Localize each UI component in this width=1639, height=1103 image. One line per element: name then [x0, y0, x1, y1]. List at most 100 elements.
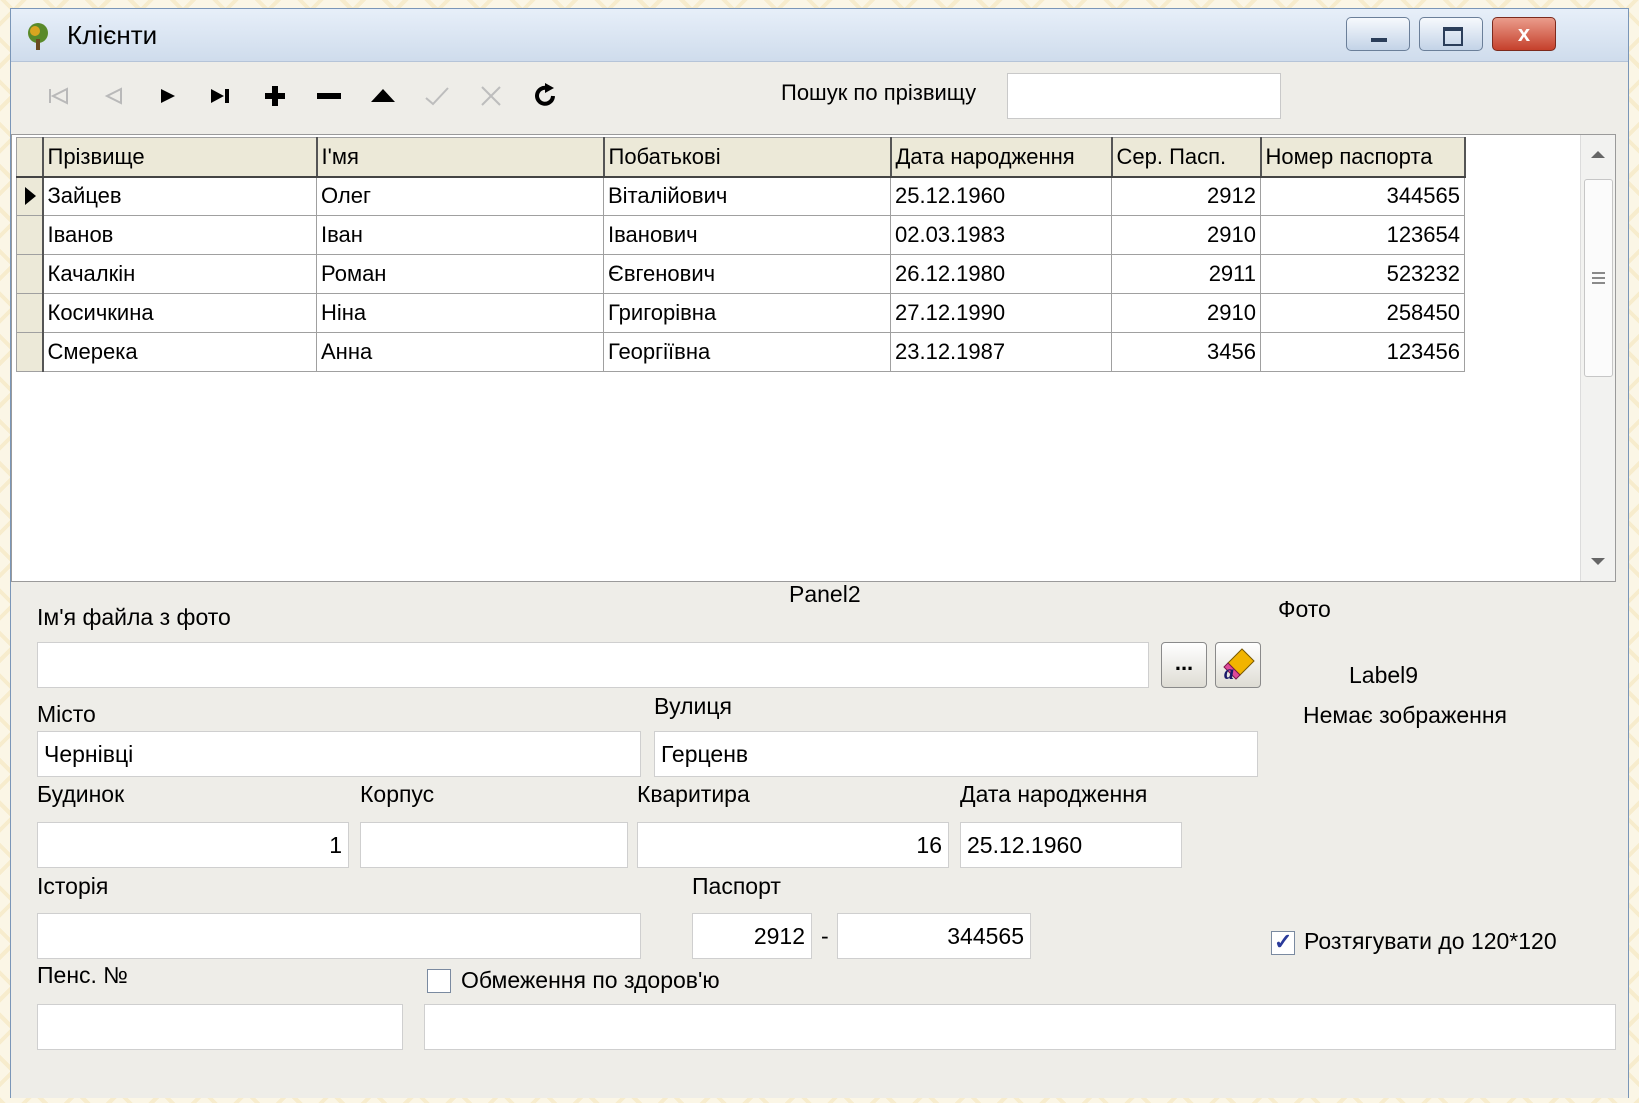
- stretch-checkbox[interactable]: ✓: [1271, 929, 1295, 955]
- cell-name[interactable]: Роман: [316, 254, 604, 294]
- close-icon: x: [1517, 21, 1531, 46]
- pension-input[interactable]: [37, 1004, 403, 1050]
- block-input[interactable]: [360, 822, 628, 868]
- house-input[interactable]: 1: [37, 822, 349, 868]
- cell-passport-number[interactable]: 123654: [1260, 215, 1465, 255]
- apartment-label: Кваритира: [637, 781, 750, 807]
- table-row[interactable]: Іванов Іван Іванович 02.03.1983 2910 123…: [16, 215, 1465, 255]
- cell-birthdate[interactable]: 27.12.1990: [890, 293, 1112, 333]
- health-input[interactable]: [424, 1004, 1616, 1050]
- nav-cancel-button[interactable]: [469, 76, 513, 116]
- cell-patronymic[interactable]: Євгенович: [603, 254, 891, 294]
- cell-birthdate[interactable]: 23.12.1987: [890, 332, 1112, 372]
- table-row[interactable]: Косичкина Ніна Григорівна 27.12.1990 291…: [16, 293, 1465, 333]
- cell-name[interactable]: Іван: [316, 215, 604, 255]
- birth-input[interactable]: 25.12.1960: [960, 822, 1182, 868]
- street-input[interactable]: Герценв: [654, 731, 1258, 777]
- health-label: Обмеження по здоров'ю: [461, 967, 720, 993]
- scroll-down-icon[interactable]: [1591, 558, 1605, 565]
- passport-number-input[interactable]: 344565: [837, 913, 1031, 959]
- clear-photo-button[interactable]: a: [1215, 642, 1261, 688]
- cell-passport-series[interactable]: 2911: [1111, 254, 1261, 294]
- first-icon: [49, 87, 68, 105]
- scroll-thumb[interactable]: [1584, 179, 1613, 377]
- street-label: Вулиця: [654, 693, 732, 719]
- cell-passport-number[interactable]: 123456: [1260, 332, 1465, 372]
- last-icon: [211, 89, 229, 103]
- cell-passport-series[interactable]: 3456: [1111, 332, 1261, 372]
- maximize-icon: [1443, 27, 1463, 46]
- browse-button[interactable]: ...: [1161, 642, 1207, 688]
- title-bar[interactable]: Клієнти x: [11, 9, 1628, 62]
- cell-patronymic[interactable]: Віталійович: [603, 176, 891, 216]
- cell-passport-series[interactable]: 2910: [1111, 215, 1261, 255]
- nav-next-button[interactable]: [145, 76, 189, 116]
- cell-name[interactable]: Анна: [316, 332, 604, 372]
- row-indicator: [16, 215, 44, 255]
- col-header-patronymic[interactable]: Побатькові: [603, 137, 892, 178]
- delete-icon: [317, 93, 341, 99]
- cell-patronymic[interactable]: Григорівна: [603, 293, 891, 333]
- cell-patronymic[interactable]: Іванович: [603, 215, 891, 255]
- header-indicator: [16, 137, 44, 178]
- cell-birthdate[interactable]: 25.12.1960: [890, 176, 1112, 216]
- cell-passport-number[interactable]: 258450: [1260, 293, 1465, 333]
- col-header-passport-series[interactable]: Сер. Пасп.: [1111, 137, 1262, 178]
- app-icon: [28, 23, 48, 50]
- nav-refresh-button[interactable]: [523, 76, 567, 116]
- details-panel: Panel2 Ім'я файла з фото ... a Фото Labe…: [11, 581, 1628, 1098]
- nav-last-button[interactable]: [199, 76, 243, 116]
- table-row[interactable]: Качалкін Роман Євгенович 26.12.1980 2911…: [16, 254, 1465, 294]
- col-header-passport-number[interactable]: Номер паспорта: [1260, 137, 1466, 178]
- minimize-icon: [1371, 38, 1387, 42]
- col-header-surname[interactable]: Прізвище: [42, 137, 318, 178]
- cell-birthdate[interactable]: 02.03.1983: [890, 215, 1112, 255]
- clients-grid[interactable]: Прізвище І'мя Побатькові Дата народження…: [11, 134, 1616, 582]
- health-checkbox[interactable]: [427, 969, 451, 993]
- nav-prior-button[interactable]: [91, 76, 135, 116]
- nav-insert-button[interactable]: [253, 76, 297, 116]
- no-image-label: Немає зображення: [1303, 702, 1508, 728]
- cell-name[interactable]: Ніна: [316, 293, 604, 333]
- cell-surname[interactable]: Косичкина: [42, 293, 317, 333]
- nav-post-button[interactable]: [415, 76, 459, 116]
- minimize-button[interactable]: [1346, 17, 1410, 51]
- cell-passport-number[interactable]: 344565: [1260, 176, 1465, 216]
- label9: Label9: [1349, 662, 1419, 688]
- history-label: Історія: [37, 873, 109, 899]
- cell-passport-series[interactable]: 2912: [1111, 176, 1261, 216]
- city-input[interactable]: Чернівці: [37, 731, 641, 777]
- clients-window: Клієнти x Пошук по прізвищу Прізвище І'м…: [10, 8, 1629, 1098]
- search-label: Пошук по прізвищу: [781, 80, 977, 105]
- table-row[interactable]: Зайцев Олег Віталійович 25.12.1960 2912 …: [16, 176, 1465, 216]
- cell-passport-series[interactable]: 2910: [1111, 293, 1261, 333]
- photo-file-input[interactable]: [37, 642, 1149, 688]
- nav-edit-button[interactable]: [361, 76, 405, 116]
- table-row[interactable]: Смерека Анна Георгіївна 23.12.1987 3456 …: [16, 332, 1465, 372]
- history-input[interactable]: [37, 913, 641, 959]
- maximize-button[interactable]: [1419, 17, 1483, 51]
- col-header-name[interactable]: І'мя: [316, 137, 605, 178]
- cell-passport-number[interactable]: 523232: [1260, 254, 1465, 294]
- stretch-label: Розтягувати до 120*120: [1304, 928, 1557, 954]
- cell-surname[interactable]: Зайцев: [42, 176, 317, 216]
- nav-delete-button[interactable]: [307, 76, 351, 116]
- apartment-input[interactable]: 16: [637, 822, 949, 868]
- cell-surname[interactable]: Качалкін: [42, 254, 317, 294]
- cell-surname[interactable]: Іванов: [42, 215, 317, 255]
- pension-label: Пенс. №: [37, 962, 128, 988]
- close-button[interactable]: x: [1492, 17, 1556, 51]
- passport-series-input[interactable]: 2912: [692, 913, 812, 959]
- cell-name[interactable]: Олег: [316, 176, 604, 216]
- scroll-up-icon[interactable]: [1591, 151, 1605, 158]
- prior-icon: [104, 87, 122, 105]
- insert-icon: [265, 86, 285, 106]
- nav-first-button[interactable]: [37, 76, 81, 116]
- cell-patronymic[interactable]: Георгіївна: [603, 332, 891, 372]
- col-header-birthdate[interactable]: Дата народження: [890, 137, 1113, 178]
- photo-label: Фото: [1278, 596, 1331, 622]
- search-input[interactable]: [1007, 73, 1281, 119]
- grid-vertical-scrollbar[interactable]: [1580, 135, 1615, 581]
- cell-surname[interactable]: Смерека: [42, 332, 317, 372]
- cell-birthdate[interactable]: 26.12.1980: [890, 254, 1112, 294]
